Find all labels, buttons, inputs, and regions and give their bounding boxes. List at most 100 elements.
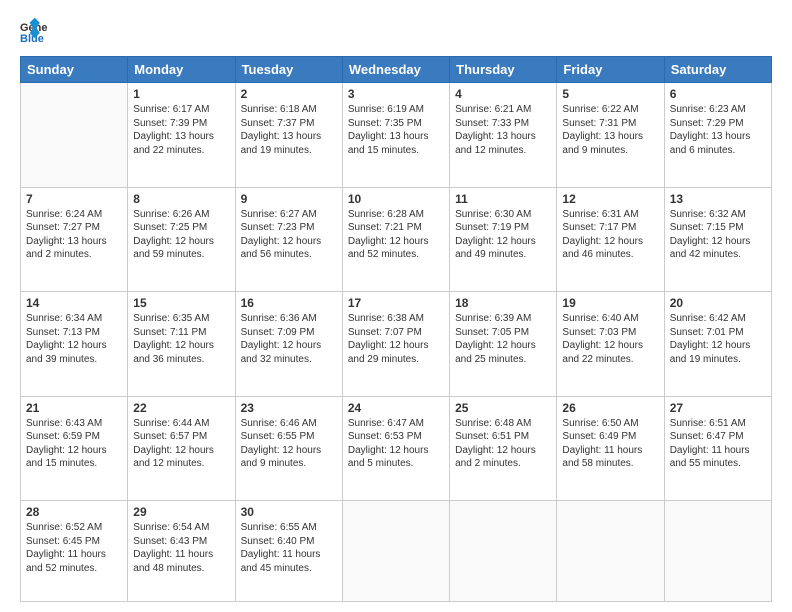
header-saturday: Saturday xyxy=(664,57,771,83)
day-number: 16 xyxy=(241,296,337,310)
cell-3-6: 19 Sunrise: 6:40 AMSunset: 7:03 PMDayligh… xyxy=(557,292,664,397)
cell-3-5: 18Sunrise: 6:39 AMSunset: 7:05 PMDayligh… xyxy=(450,292,557,397)
header: General Blue xyxy=(20,18,772,46)
cell-info: Sunrise: 6:35 AMSunset: 7:11 PMDaylight:… xyxy=(133,312,229,366)
day-number: 6 xyxy=(670,87,766,101)
cell-1-2: 1Sunrise: 6:17 AMSunset: 7:39 PMDaylight… xyxy=(128,83,235,188)
cell-1-7: 6 Sunrise: 6:23 AMSunset: 7:29 PMDaylight… xyxy=(664,83,771,188)
cell-2-1: 7 Sunrise: 6:24 AMSunset: 7:27 PMDaylight… xyxy=(21,187,128,292)
day-number: 14 xyxy=(26,296,122,310)
day-number: 25 xyxy=(455,401,551,415)
cell-4-7: 27 Sunrise: 6:51 AMSunset: 6:47 PMDayligh… xyxy=(664,396,771,501)
day-number: 30 xyxy=(241,505,337,519)
cell-info: Sunrise: 6:34 AMSunset: 7:13 PMDaylight:… xyxy=(26,312,122,366)
cell-4-5: 25 Sunrise: 6:48 AMSunset: 6:51 PMDayligh… xyxy=(450,396,557,501)
cell-info: Sunrise: 6:40 AMSunset: 7:03 PMDaylight:… xyxy=(562,312,658,366)
cell-2-7: 13Sunrise: 6:32 AMSunset: 7:15 PMDayligh… xyxy=(664,187,771,292)
week-row-4: 21 Sunrise: 6:43 AMSunset: 6:59 PMDayligh… xyxy=(21,396,772,501)
cell-info: Sunrise: 6:51 AMSunset: 6:47 PMDaylight:… xyxy=(670,417,766,471)
cell-5-2: 29 Sunrise: 6:54 AMSunset: 6:43 PMDayligh… xyxy=(128,501,235,602)
day-number: 27 xyxy=(670,401,766,415)
cell-info: Sunrise: 6:54 AMSunset: 6:43 PMDaylight:… xyxy=(133,521,229,575)
day-number: 23 xyxy=(241,401,337,415)
day-number: 7 xyxy=(26,192,122,206)
week-row-5: 28Sunrise: 6:52 AMSunset: 6:45 PMDayligh… xyxy=(21,501,772,602)
cell-info: Sunrise: 6:30 AMSunset: 7:19 PMDaylight:… xyxy=(455,208,551,262)
header-wednesday: Wednesday xyxy=(342,57,449,83)
cell-3-3: 16 Sunrise: 6:36 AMSunset: 7:09 PMDayligh… xyxy=(235,292,342,397)
day-number: 13 xyxy=(670,192,766,206)
cell-1-6: 5 Sunrise: 6:22 AMSunset: 7:31 PMDaylight… xyxy=(557,83,664,188)
day-number: 2 xyxy=(241,87,337,101)
cell-1-4: 3 Sunrise: 6:19 AMSunset: 7:35 PMDaylight… xyxy=(342,83,449,188)
cell-2-3: 9Sunrise: 6:27 AMSunset: 7:23 PMDaylight… xyxy=(235,187,342,292)
cell-1-5: 4Sunrise: 6:21 AMSunset: 7:33 PMDaylight… xyxy=(450,83,557,188)
weekday-header-row: Sunday Monday Tuesday Wednesday Thursday… xyxy=(21,57,772,83)
cell-info: Sunrise: 6:26 AMSunset: 7:25 PMDaylight:… xyxy=(133,208,229,262)
day-number: 22 xyxy=(133,401,229,415)
cell-info: Sunrise: 6:17 AMSunset: 7:39 PMDaylight:… xyxy=(133,103,229,157)
cell-4-6: 26 Sunrise: 6:50 AMSunset: 6:49 PMDayligh… xyxy=(557,396,664,501)
cell-5-7 xyxy=(664,501,771,602)
day-number: 19 xyxy=(562,296,658,310)
header-friday: Friday xyxy=(557,57,664,83)
cell-1-1 xyxy=(21,83,128,188)
day-number: 5 xyxy=(562,87,658,101)
day-number: 26 xyxy=(562,401,658,415)
cell-info: Sunrise: 6:24 AMSunset: 7:27 PMDaylight:… xyxy=(26,208,122,262)
day-number: 8 xyxy=(133,192,229,206)
cell-2-2: 8 Sunrise: 6:26 AMSunset: 7:25 PMDaylight… xyxy=(128,187,235,292)
cell-info: Sunrise: 6:55 AMSunset: 6:40 PMDaylight:… xyxy=(241,521,337,575)
day-number: 20 xyxy=(670,296,766,310)
cell-4-4: 24 Sunrise: 6:47 AMSunset: 6:53 PMDayligh… xyxy=(342,396,449,501)
cell-5-5 xyxy=(450,501,557,602)
day-number: 15 xyxy=(133,296,229,310)
cell-2-5: 11 Sunrise: 6:30 AMSunset: 7:19 PMDayligh… xyxy=(450,187,557,292)
cell-info: Sunrise: 6:18 AMSunset: 7:37 PMDaylight:… xyxy=(241,103,337,157)
cell-info: Sunrise: 6:43 AMSunset: 6:59 PMDaylight:… xyxy=(26,417,122,471)
day-number: 12 xyxy=(562,192,658,206)
cell-info: Sunrise: 6:21 AMSunset: 7:33 PMDaylight:… xyxy=(455,103,551,157)
day-number: 18 xyxy=(455,296,551,310)
cell-info: Sunrise: 6:50 AMSunset: 6:49 PMDaylight:… xyxy=(562,417,658,471)
cell-info: Sunrise: 6:22 AMSunset: 7:31 PMDaylight:… xyxy=(562,103,658,157)
cell-3-2: 15 Sunrise: 6:35 AMSunset: 7:11 PMDayligh… xyxy=(128,292,235,397)
cell-2-4: 10 Sunrise: 6:28 AMSunset: 7:21 PMDayligh… xyxy=(342,187,449,292)
week-row-2: 7 Sunrise: 6:24 AMSunset: 7:27 PMDaylight… xyxy=(21,187,772,292)
cell-3-4: 17 Sunrise: 6:38 AMSunset: 7:07 PMDayligh… xyxy=(342,292,449,397)
week-row-3: 14 Sunrise: 6:34 AMSunset: 7:13 PMDayligh… xyxy=(21,292,772,397)
cell-info: Sunrise: 6:48 AMSunset: 6:51 PMDaylight:… xyxy=(455,417,551,471)
day-number: 10 xyxy=(348,192,444,206)
day-number: 3 xyxy=(348,87,444,101)
cell-2-6: 12Sunrise: 6:31 AMSunset: 7:17 PMDayligh… xyxy=(557,187,664,292)
cell-1-3: 2 Sunrise: 6:18 AMSunset: 7:37 PMDaylight… xyxy=(235,83,342,188)
cell-info: Sunrise: 6:46 AMSunset: 6:55 PMDaylight:… xyxy=(241,417,337,471)
cell-3-1: 14 Sunrise: 6:34 AMSunset: 7:13 PMDayligh… xyxy=(21,292,128,397)
header-thursday: Thursday xyxy=(450,57,557,83)
header-tuesday: Tuesday xyxy=(235,57,342,83)
week-row-1: 1Sunrise: 6:17 AMSunset: 7:39 PMDaylight… xyxy=(21,83,772,188)
day-number: 11 xyxy=(455,192,551,206)
cell-5-6 xyxy=(557,501,664,602)
cell-4-3: 23 Sunrise: 6:46 AMSunset: 6:55 PMDayligh… xyxy=(235,396,342,501)
cell-4-1: 21 Sunrise: 6:43 AMSunset: 6:59 PMDayligh… xyxy=(21,396,128,501)
generalblue-logo-icon: General Blue xyxy=(20,18,48,46)
cell-info: Sunrise: 6:28 AMSunset: 7:21 PMDaylight:… xyxy=(348,208,444,262)
day-number: 17 xyxy=(348,296,444,310)
cell-info: Sunrise: 6:42 AMSunset: 7:01 PMDaylight:… xyxy=(670,312,766,366)
logo: General Blue xyxy=(20,18,52,46)
cell-3-7: 20 Sunrise: 6:42 AMSunset: 7:01 PMDayligh… xyxy=(664,292,771,397)
cell-4-2: 22Sunrise: 6:44 AMSunset: 6:57 PMDayligh… xyxy=(128,396,235,501)
cell-5-3: 30 Sunrise: 6:55 AMSunset: 6:40 PMDayligh… xyxy=(235,501,342,602)
day-number: 29 xyxy=(133,505,229,519)
cell-info: Sunrise: 6:36 AMSunset: 7:09 PMDaylight:… xyxy=(241,312,337,366)
day-number: 24 xyxy=(348,401,444,415)
calendar-table: Sunday Monday Tuesday Wednesday Thursday… xyxy=(20,56,772,602)
cell-info: Sunrise: 6:47 AMSunset: 6:53 PMDaylight:… xyxy=(348,417,444,471)
page: General Blue Sunday Monday Tuesday Wedne… xyxy=(0,0,792,612)
day-number: 21 xyxy=(26,401,122,415)
cell-info: Sunrise: 6:19 AMSunset: 7:35 PMDaylight:… xyxy=(348,103,444,157)
day-number: 9 xyxy=(241,192,337,206)
cell-info: Sunrise: 6:38 AMSunset: 7:07 PMDaylight:… xyxy=(348,312,444,366)
cell-info: Sunrise: 6:23 AMSunset: 7:29 PMDaylight:… xyxy=(670,103,766,157)
